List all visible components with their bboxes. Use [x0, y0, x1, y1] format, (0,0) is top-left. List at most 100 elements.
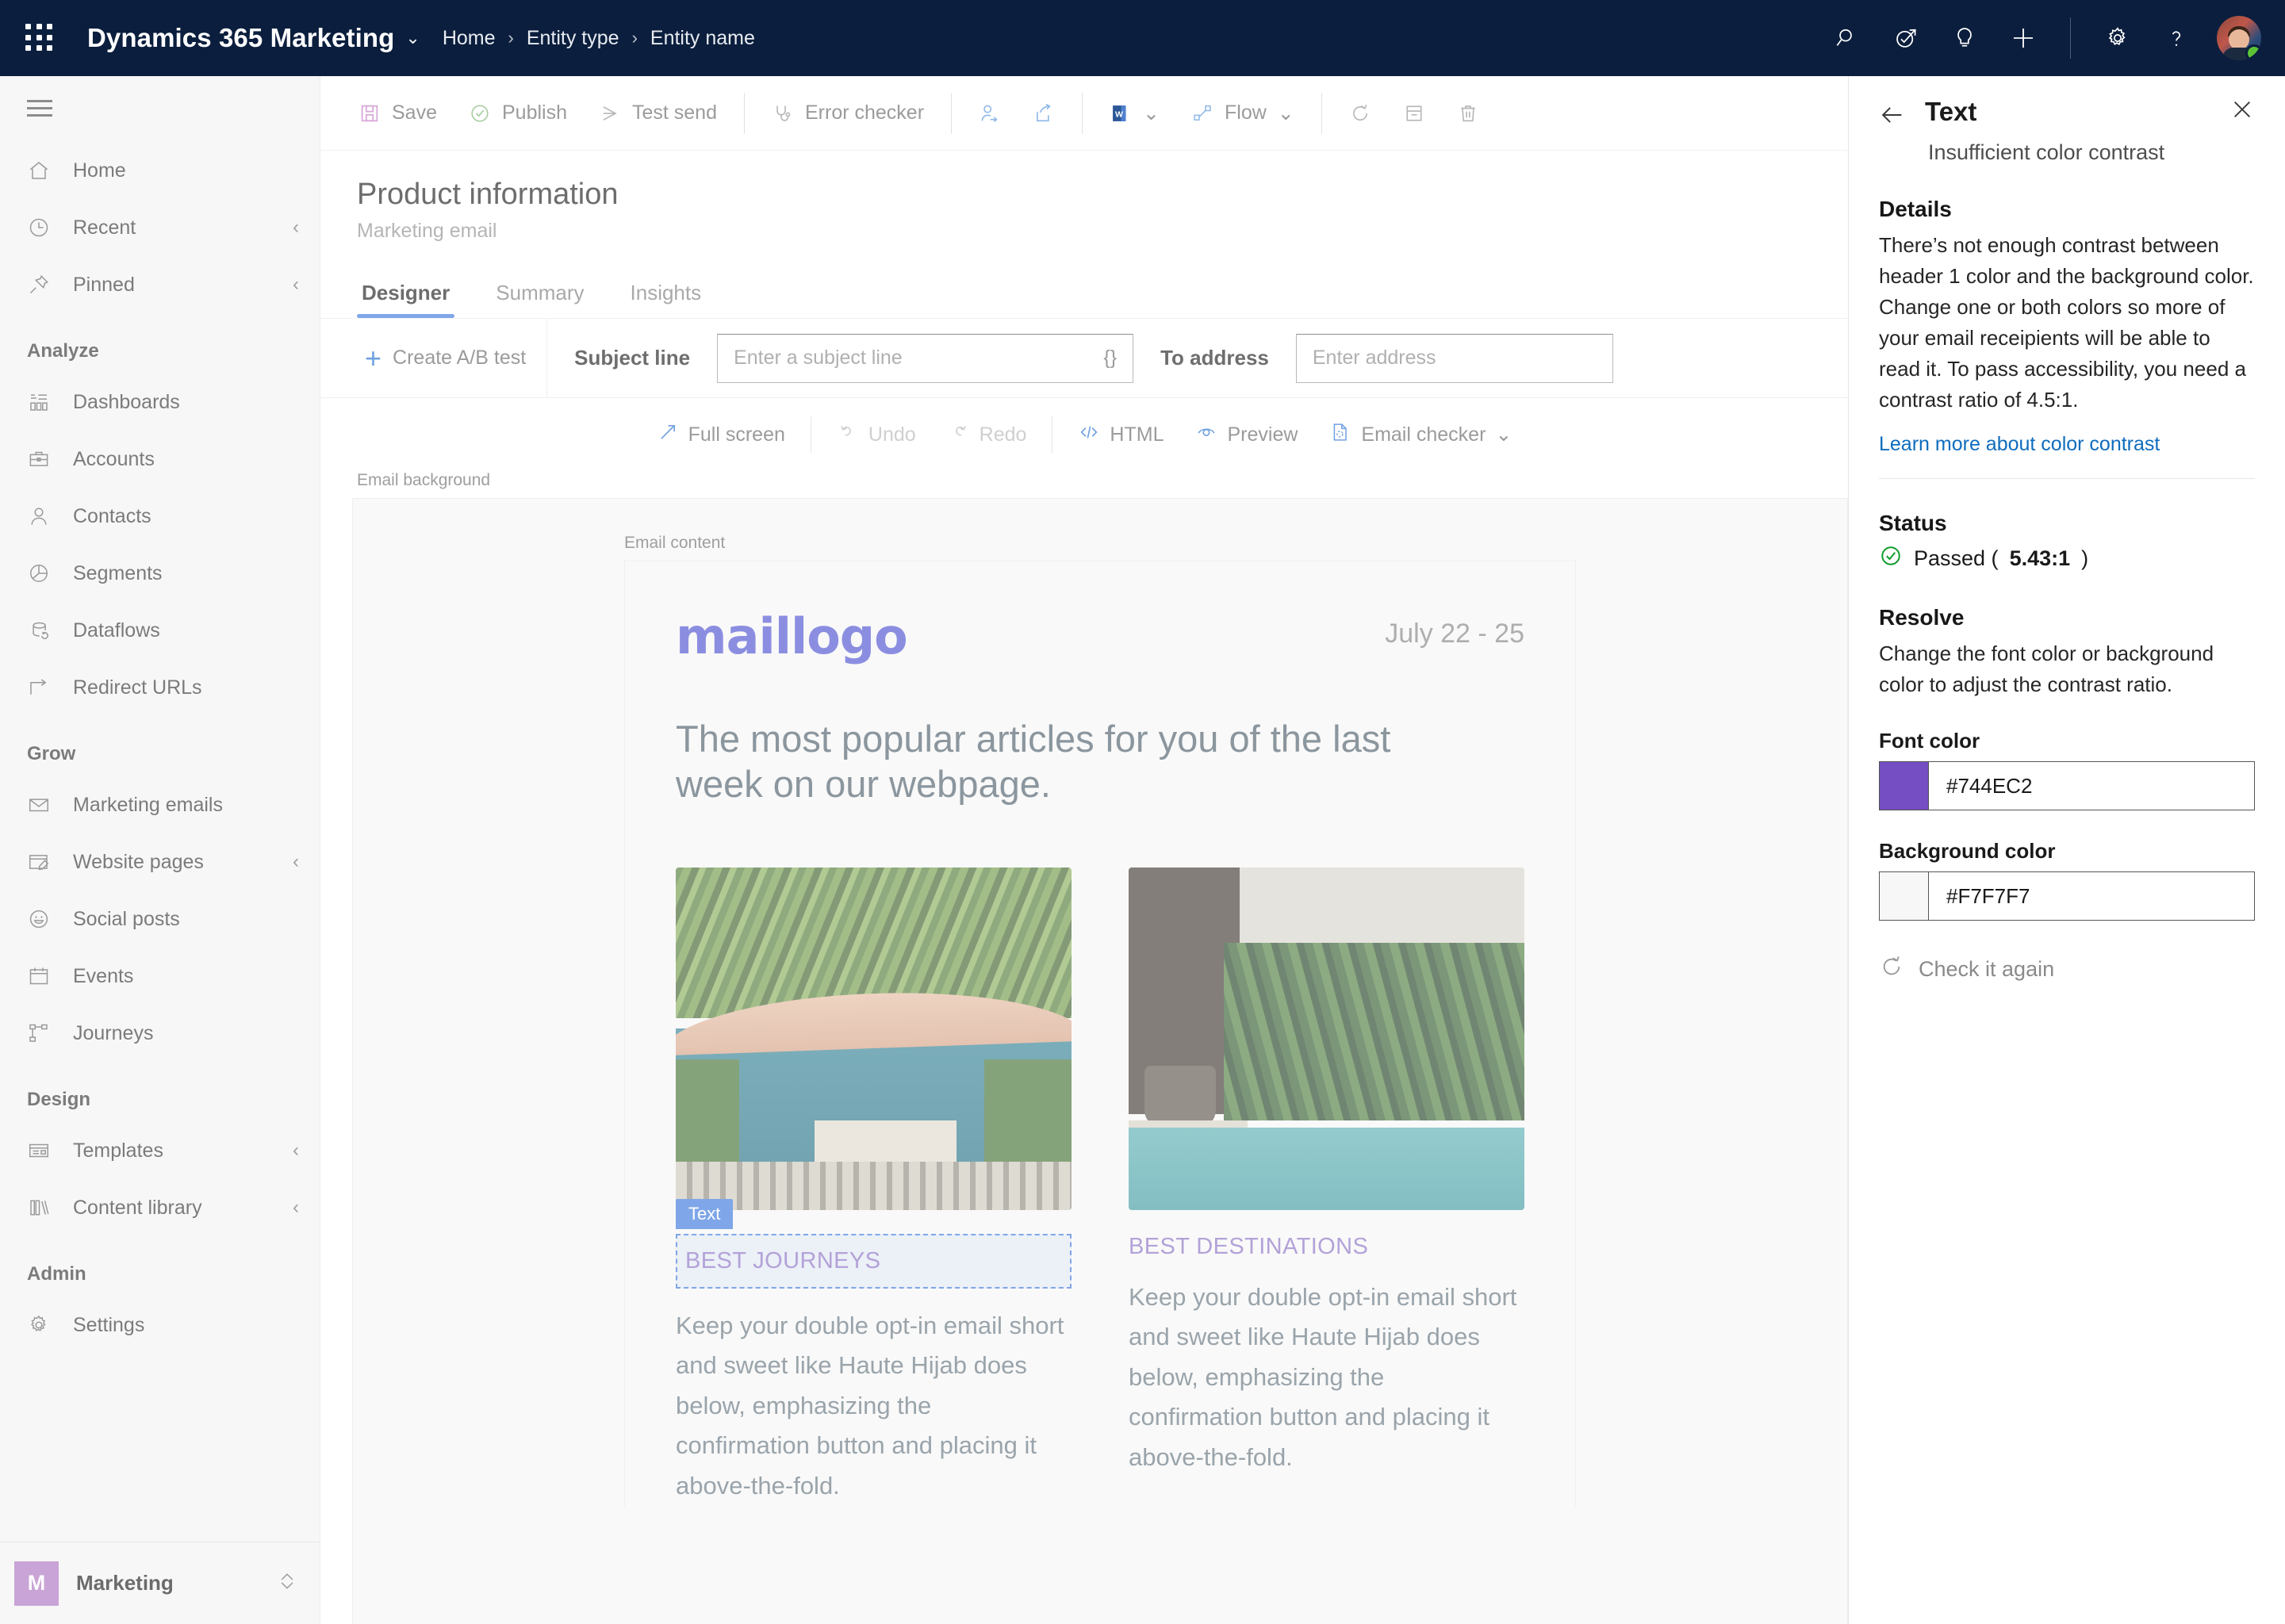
sidebar-item-dashboards[interactable]: Dashboards	[0, 373, 320, 431]
flow-menu[interactable]: Flow ⌄	[1175, 89, 1310, 138]
gear-icon[interactable]	[2088, 9, 2147, 67]
share-button[interactable]	[1017, 89, 1071, 138]
font-color-field[interactable]: #744EC2	[1879, 761, 2255, 810]
sidebar-item-segments[interactable]: Segments	[0, 545, 320, 602]
hamburger-icon[interactable]	[0, 76, 320, 142]
sidebar-item-events[interactable]: Events	[0, 948, 320, 1005]
breadcrumb-item-entity-type[interactable]: Entity type	[527, 27, 619, 50]
sidebar-item-redirect-urls[interactable]: Redirect URLs	[0, 659, 320, 716]
assign-user-button[interactable]	[963, 89, 1017, 138]
sidebar-item-templates[interactable]: Templates ‹	[0, 1122, 320, 1179]
to-address-field[interactable]	[1295, 333, 1613, 383]
chevron-down-icon[interactable]: ⌄	[1495, 423, 1512, 446]
email-content[interactable]: maillogo July 22 - 25 The most popular a…	[624, 561, 1576, 1507]
chevron-left-icon[interactable]: ‹	[293, 1198, 299, 1217]
chevron-down-icon[interactable]: ⌄	[1143, 102, 1160, 125]
html-button[interactable]: HTML	[1062, 412, 1179, 458]
email-date[interactable]: July 22 - 25	[1385, 619, 1524, 649]
help-icon[interactable]	[2147, 9, 2206, 67]
sidebar-item-settings[interactable]: Settings	[0, 1297, 320, 1354]
undo-button[interactable]: Undo	[821, 412, 932, 458]
sidebar-item-label: Pinned	[73, 273, 135, 296]
background-color-field[interactable]: #F7F7F7	[1879, 871, 2255, 921]
sidebar-item-social-posts[interactable]: Social posts	[0, 891, 320, 948]
save-button[interactable]: Save	[343, 89, 453, 138]
subject-input[interactable]	[734, 347, 1096, 370]
sidebar-item-dataflows[interactable]: Dataflows	[0, 602, 320, 659]
app-title-chevron-down-icon[interactable]: ⌄	[405, 28, 420, 48]
email-checker-menu[interactable]: Email checker ⌄	[1313, 412, 1528, 458]
sidebar-item-recent[interactable]: Recent ‹	[0, 199, 320, 256]
sidebar-item-website-pages[interactable]: Website pages ‹	[0, 833, 320, 891]
email-logo[interactable]: maillogo	[676, 607, 908, 665]
email-headline[interactable]: The most popular articles for you of the…	[676, 716, 1477, 807]
lightbulb-icon[interactable]	[1935, 9, 1994, 67]
chevron-left-icon[interactable]: ‹	[293, 1141, 299, 1160]
font-color-value[interactable]: #744EC2	[1929, 762, 2254, 810]
area-switcher[interactable]: M Marketing	[0, 1542, 320, 1624]
page-header: Product information Marketing email	[320, 151, 1848, 243]
app-launcher-icon[interactable]	[19, 17, 60, 59]
tab-designer[interactable]: Designer	[357, 281, 455, 318]
sidebar-item-contacts[interactable]: Contacts	[0, 488, 320, 545]
tropical-plants-pool-photo[interactable]	[1129, 867, 1524, 1210]
search-icon[interactable]	[1818, 9, 1877, 67]
email-body-copy[interactable]: Keep your double opt-in email short and …	[1129, 1277, 1524, 1478]
full-screen-button[interactable]: Full screen	[641, 412, 801, 458]
create-ab-test-button[interactable]: + Create A/B test	[344, 343, 546, 373]
clock-icon	[27, 216, 63, 239]
error-checker-button[interactable]: Error checker	[756, 89, 940, 138]
email-designer-canvas[interactable]: Email background Email content maillogo …	[320, 471, 1848, 1624]
selected-text-block[interactable]: Text BEST JOURNEYS	[676, 1198, 1072, 1289]
background-color-swatch[interactable]	[1880, 872, 1929, 920]
email-kicker[interactable]: BEST DESTINATIONS	[1129, 1234, 1524, 1260]
sidebar-group-design: Design	[27, 1089, 91, 1110]
preview-button[interactable]: Preview	[1179, 412, 1313, 458]
avatar[interactable]	[2217, 16, 2261, 60]
close-icon[interactable]	[2229, 97, 2255, 127]
subject-line-field[interactable]: {}	[717, 333, 1134, 383]
font-color-swatch[interactable]	[1880, 762, 1929, 810]
redo-button[interactable]: Redo	[932, 412, 1043, 458]
chevron-left-icon[interactable]: ‹	[293, 218, 299, 237]
sidebar-item-pinned[interactable]: Pinned ‹	[0, 256, 320, 313]
back-arrow-icon[interactable]	[1879, 97, 1906, 132]
sidebar-item-label: Recent	[73, 216, 136, 239]
sidebar-item-home[interactable]: Home	[0, 142, 320, 199]
sidebar-item-journeys[interactable]: Journeys	[0, 1005, 320, 1062]
diagnostics-icon[interactable]	[1877, 9, 1935, 67]
area-switcher-icon[interactable]	[275, 1569, 299, 1597]
sidebar-item-marketing-emails[interactable]: Marketing emails	[0, 776, 320, 833]
sidebar-item-label: Journeys	[73, 1021, 154, 1044]
test-send-button[interactable]: Test send	[583, 89, 733, 138]
word-template-menu[interactable]: W ⌄	[1094, 89, 1175, 138]
breadcrumb-item-entity-name[interactable]: Entity name	[650, 27, 755, 50]
publish-button[interactable]: Publish	[453, 89, 583, 138]
chevron-left-icon[interactable]: ‹	[293, 275, 299, 294]
chevron-down-icon[interactable]: ⌄	[1278, 102, 1294, 125]
tab-summary[interactable]: Summary	[491, 281, 589, 318]
breadcrumb-item-home[interactable]: Home	[443, 27, 496, 50]
sidebar-item-content-library[interactable]: Content library ‹	[0, 1179, 320, 1236]
archive-button[interactable]	[1387, 89, 1441, 138]
selection-outline[interactable]: BEST JOURNEYS	[676, 1233, 1072, 1289]
email-kicker[interactable]: BEST JOURNEYS	[685, 1248, 1062, 1274]
app-title[interactable]: Dynamics 365 Marketing	[87, 23, 394, 53]
check-it-again-button[interactable]: Check it again	[1879, 954, 2255, 985]
learn-more-link[interactable]: Learn more about color contrast	[1879, 433, 2255, 456]
to-address-input[interactable]	[1312, 347, 1597, 370]
email-body-copy[interactable]: Keep your double opt-in email short and …	[676, 1306, 1072, 1507]
database-refresh-icon	[27, 619, 63, 642]
chevron-left-icon[interactable]: ‹	[293, 852, 299, 871]
sidebar-item-accounts[interactable]: Accounts	[0, 431, 320, 488]
to-address-label: To address	[1160, 346, 1269, 370]
plus-icon[interactable]	[1994, 9, 2053, 67]
tab-insights[interactable]: Insights	[626, 281, 707, 318]
delete-button[interactable]	[1441, 89, 1495, 138]
personalization-icon[interactable]: {}	[1103, 347, 1117, 370]
pin-icon	[27, 273, 63, 297]
refresh-button[interactable]	[1333, 89, 1387, 138]
email-background[interactable]: Email content maillogo July 22 - 25 The …	[352, 498, 1848, 1624]
pool-aerial-photo[interactable]	[676, 867, 1072, 1210]
background-color-value[interactable]: #F7F7F7	[1929, 872, 2254, 920]
